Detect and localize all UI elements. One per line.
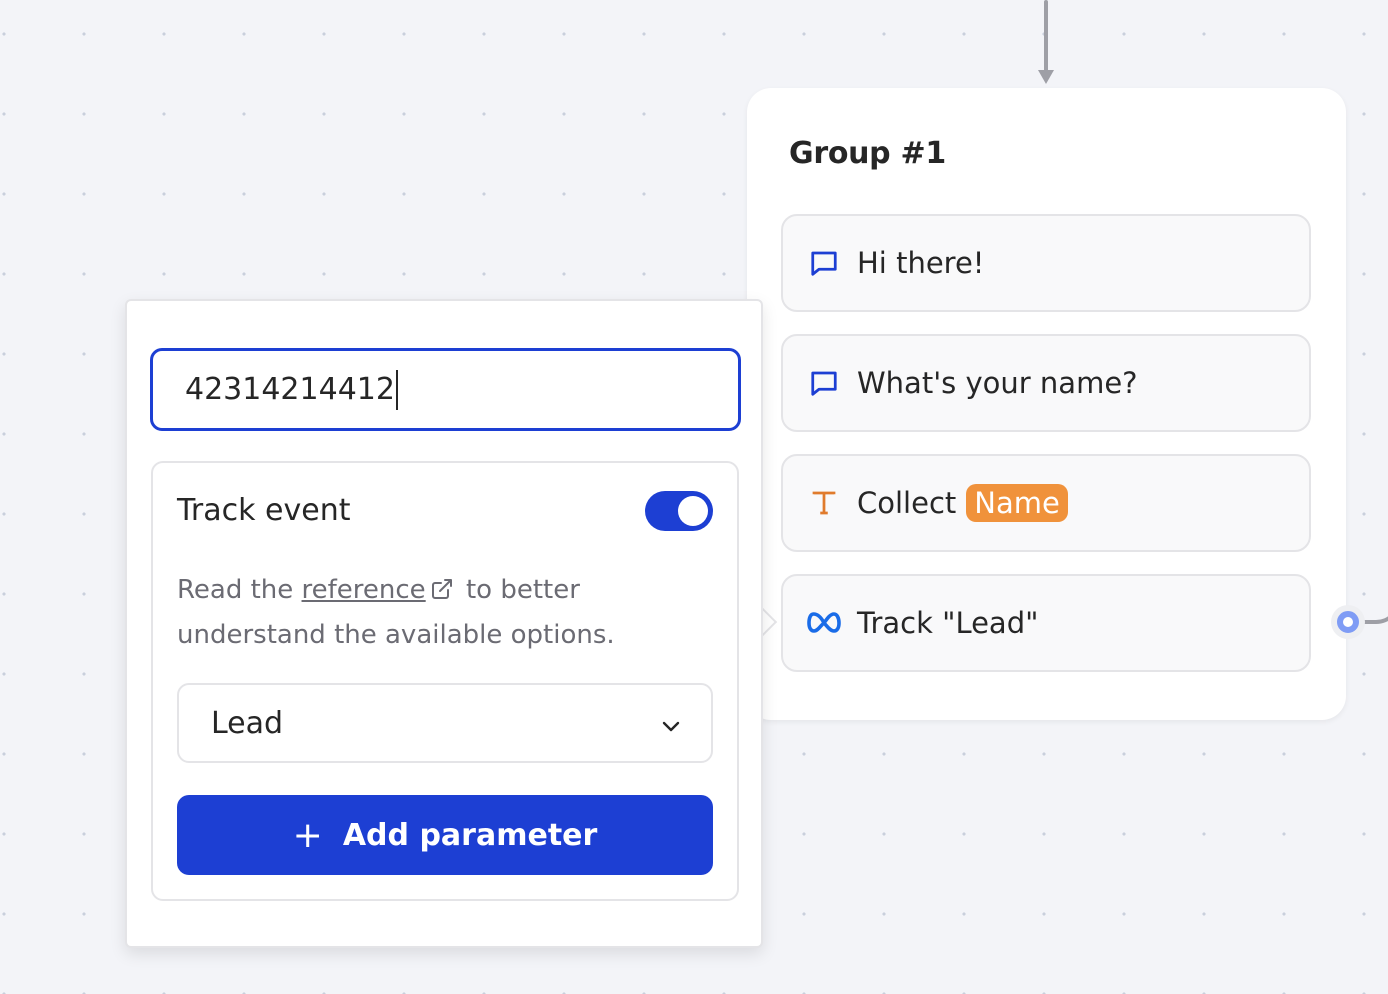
- incoming-edge: [1044, 0, 1048, 76]
- event-type-select[interactable]: Lead: [177, 683, 713, 763]
- block-text-bubble[interactable]: What's your name?: [781, 334, 1311, 432]
- block-text-bubble[interactable]: Hi there!: [781, 214, 1311, 312]
- block-label: Collect: [857, 486, 957, 520]
- connector-dot: [1337, 611, 1359, 633]
- meta-pixel-settings-popover: 42314214412 Track event Read the referen…: [125, 299, 763, 948]
- group-title[interactable]: Group #1: [789, 136, 946, 171]
- meta-icon: [807, 606, 841, 640]
- text-input-icon: [807, 486, 841, 520]
- block-label: What's your name?: [857, 366, 1138, 400]
- block-label: Hi there!: [857, 246, 985, 280]
- chat-bubble-icon: [807, 246, 841, 280]
- event-type-value: Lead: [211, 705, 284, 741]
- incoming-edge-arrow: [1038, 70, 1054, 84]
- reference-link[interactable]: reference: [302, 575, 426, 605]
- variable-badge: Name: [966, 484, 1068, 522]
- outgoing-edge: [1362, 590, 1388, 624]
- track-event-label: Track event: [177, 493, 351, 528]
- chevron-down-icon: [659, 711, 683, 746]
- help-prefix: Read the: [177, 575, 294, 605]
- text-caret: [395, 369, 398, 410]
- group-output-handle[interactable]: [1331, 605, 1365, 639]
- track-event-toggle[interactable]: [645, 491, 713, 531]
- external-link-icon[interactable]: [430, 572, 454, 614]
- block-label: Track "Lead": [857, 606, 1039, 640]
- add-parameter-button[interactable]: + Add parameter: [177, 795, 713, 875]
- group-card[interactable]: Group #1 Hi there! What's your name? Col…: [747, 88, 1346, 720]
- chat-bubble-icon: [807, 366, 841, 400]
- add-parameter-label: Add parameter: [342, 817, 598, 853]
- pixel-id-value: 42314214412: [185, 372, 395, 407]
- plus-icon: +: [292, 814, 323, 856]
- toggle-knob: [678, 496, 708, 526]
- block-text-input[interactable]: Collect Name: [781, 454, 1311, 552]
- pixel-id-input[interactable]: 42314214412: [150, 348, 741, 431]
- help-text: Read the reference to better understand …: [177, 569, 697, 656]
- track-event-section: Track event Read the reference to better…: [151, 461, 739, 901]
- block-meta-pixel[interactable]: Track "Lead": [781, 574, 1311, 672]
